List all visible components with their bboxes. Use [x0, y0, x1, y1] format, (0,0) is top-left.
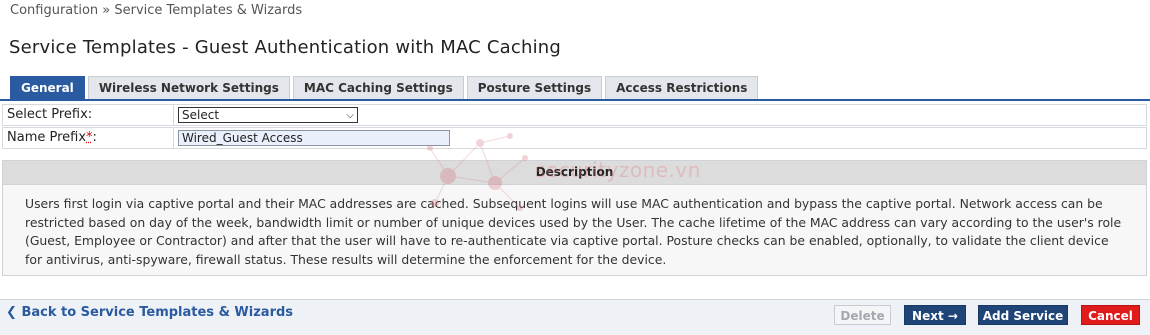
footer-bar: ❮ Back to Service Templates & Wizards De…: [0, 299, 1150, 335]
select-prefix-row: Select Prefix: Select ⌵: [2, 104, 1147, 126]
tab-bar: General Wireless Network Settings MAC Ca…: [10, 76, 759, 99]
name-prefix-row: Name Prefix*: Wired_Guest Access: [2, 127, 1147, 149]
add-service-button[interactable]: Add Service: [978, 305, 1068, 325]
select-prefix-dropdown[interactable]: Select ⌵: [178, 107, 358, 123]
description-panel: Description Users first login via captiv…: [2, 160, 1147, 276]
tab-posture-settings[interactable]: Posture Settings: [466, 76, 603, 99]
tab-wireless-network-settings[interactable]: Wireless Network Settings: [87, 76, 290, 99]
description-text: Users first login via captive portal and…: [25, 196, 1122, 267]
back-link-label: Back to Service Templates & Wizards: [21, 305, 294, 320]
tab-divider: [0, 99, 1150, 101]
select-prefix-value: Select: [182, 108, 220, 122]
select-prefix-label: Select Prefix:: [3, 105, 174, 125]
delete-button[interactable]: Delete: [834, 305, 891, 325]
breadcrumb: Configuration » Service Templates & Wiza…: [10, 3, 303, 18]
chevron-down-icon: ⌵: [346, 110, 354, 121]
next-button[interactable]: Next →: [904, 305, 966, 325]
description-header: Description: [3, 161, 1146, 185]
tab-mac-caching-settings[interactable]: MAC Caching Settings: [292, 76, 464, 99]
tab-general[interactable]: General: [10, 76, 85, 99]
page-title: Service Templates - Guest Authentication…: [9, 37, 562, 58]
name-prefix-input[interactable]: Wired_Guest Access: [178, 130, 450, 146]
tab-access-restrictions[interactable]: Access Restrictions: [605, 76, 759, 99]
back-to-service-templates-link[interactable]: ❮ Back to Service Templates & Wizards: [6, 305, 293, 320]
chevron-left-icon: ❮: [6, 305, 17, 320]
name-prefix-colon: :: [92, 130, 97, 145]
name-prefix-label-cell: Name Prefix*:: [3, 128, 174, 148]
name-prefix-label: Name Prefix: [7, 130, 87, 145]
cancel-button[interactable]: Cancel: [1081, 305, 1140, 325]
